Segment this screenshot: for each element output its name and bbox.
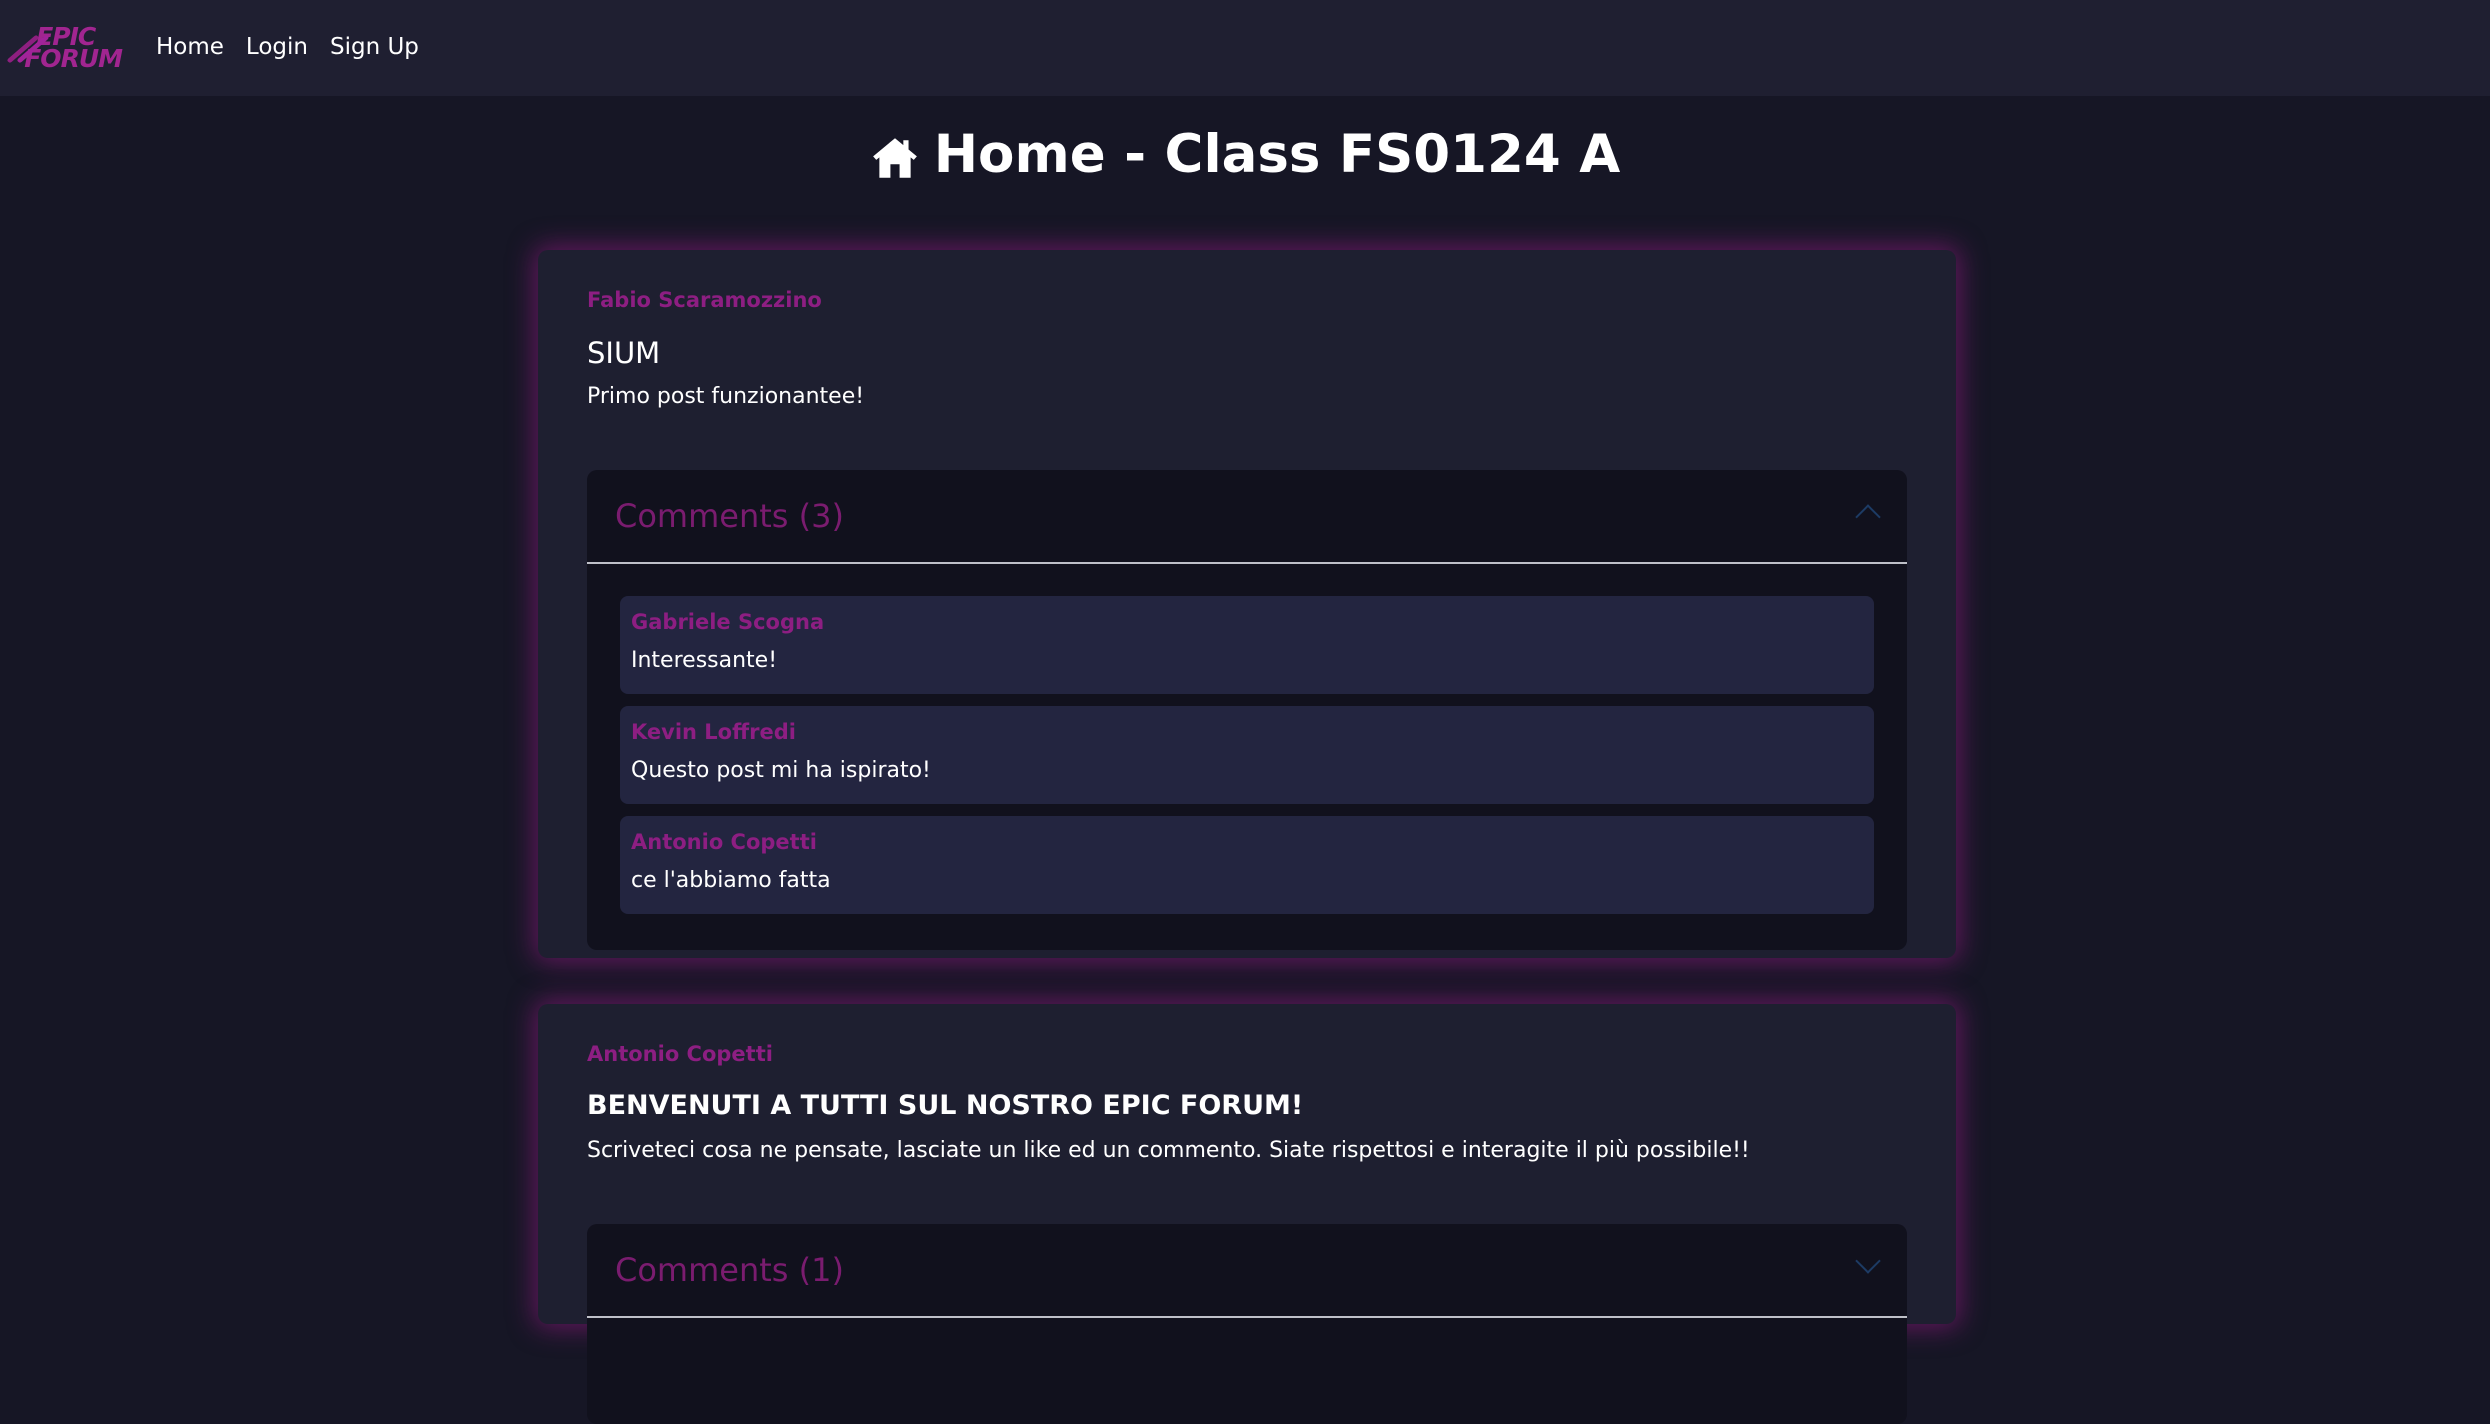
chevron-down-icon xyxy=(1855,1248,1881,1274)
post-card: Fabio Scaramozzino SIUM Primo post funzi… xyxy=(538,250,1956,958)
post-title: BENVENUTI A TUTTI SUL NOSTRO EPIC FORUM! xyxy=(587,1090,1304,1121)
comments-count-label: Comments (1) xyxy=(615,1251,844,1289)
comments-accordion: Comments (3) Gabriele Scogna Interessant… xyxy=(587,470,1907,950)
logo-line-2: FORUM xyxy=(24,44,123,73)
nav-home-link[interactable]: Home xyxy=(156,30,224,64)
post-title: SIUM xyxy=(587,336,661,370)
comment-text: ce l'abbiamo fatta xyxy=(631,868,831,893)
post-author[interactable]: Fabio Scaramozzino xyxy=(587,288,822,312)
navbar: EPIC FORUM Home Login Sign Up xyxy=(0,0,2490,96)
post-card: Antonio Copetti BENVENUTI A TUTTI SUL NO… xyxy=(538,1004,1956,1424)
comment-item: Kevin Loffredi Questo post mi ha ispirat… xyxy=(620,706,1874,804)
nav-links: Home Login Sign Up xyxy=(156,30,419,64)
page-title: Home - Class FS0124 A xyxy=(0,118,2490,192)
chevron-up-icon xyxy=(1855,504,1881,530)
logo-slash-icon xyxy=(6,28,50,68)
comment-item: Antonio Copetti ce l'abbiamo fatta xyxy=(620,816,1874,914)
epic-forum-logo[interactable]: EPIC FORUM xyxy=(6,24,123,73)
comment-author[interactable]: Gabriele Scogna xyxy=(631,610,824,634)
comment-author[interactable]: Antonio Copetti xyxy=(631,830,817,854)
comment-author[interactable]: Kevin Loffredi xyxy=(631,720,796,744)
nav-signup-link[interactable]: Sign Up xyxy=(330,30,419,64)
comments-accordion-toggle[interactable]: Comments (1) xyxy=(587,1224,1907,1318)
post-author[interactable]: Antonio Copetti xyxy=(587,1042,773,1066)
comment-text: Questo post mi ha ispirato! xyxy=(631,758,931,783)
comments-count-label: Comments (3) xyxy=(615,497,844,535)
home-icon xyxy=(872,138,917,178)
comment-text: Interessante! xyxy=(631,648,778,673)
page-title-text: Home - Class FS0124 A xyxy=(933,124,1621,185)
comments-accordion-toggle[interactable]: Comments (3) xyxy=(587,470,1907,564)
logo-text: EPIC FORUM xyxy=(24,24,123,73)
comment-item: Gabriele Scogna Interessante! xyxy=(620,596,1874,694)
comments-accordion: Comments (1) xyxy=(587,1224,1907,1424)
post-body: Scriveteci cosa ne pensate, lasciate un … xyxy=(587,1138,1750,1163)
post-body: Primo post funzionantee! xyxy=(587,384,865,409)
comments-list: Gabriele Scogna Interessante! Kevin Loff… xyxy=(587,564,1907,914)
nav-login-link[interactable]: Login xyxy=(246,30,308,64)
